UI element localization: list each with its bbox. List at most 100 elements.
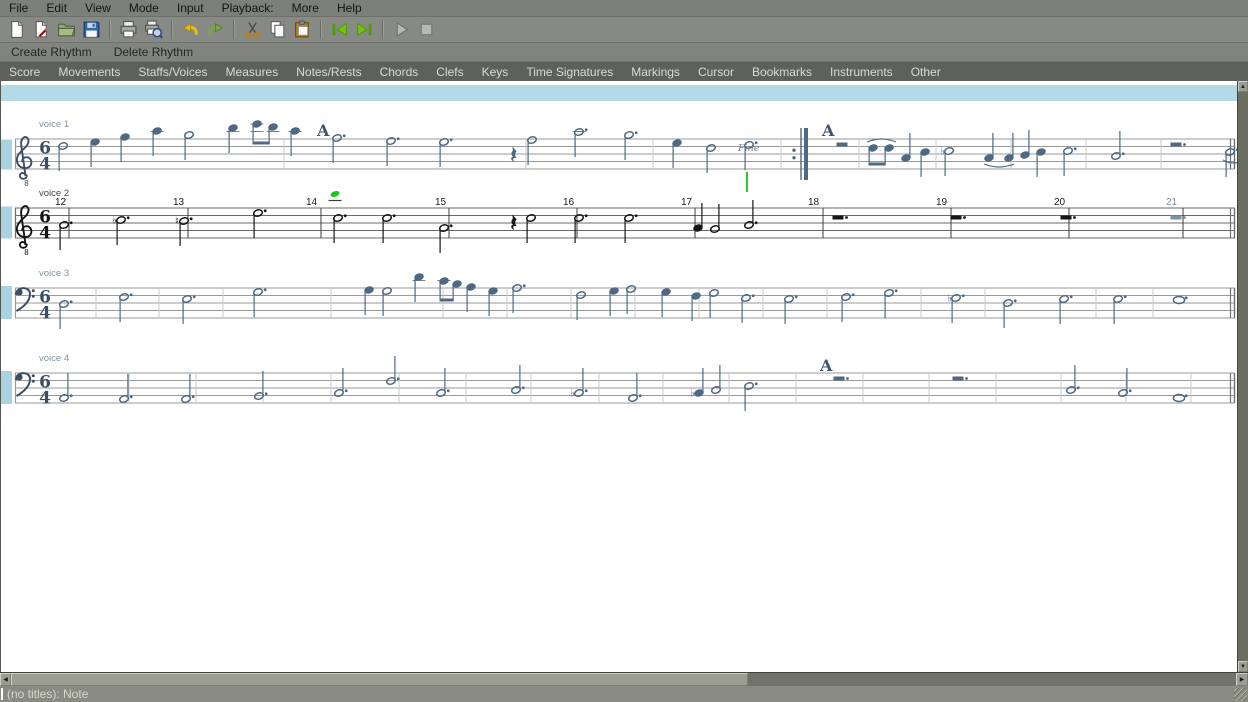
note[interactable] [691,292,701,321]
note[interactable] [182,295,196,324]
scroll-up-button[interactable]: ▲ [1238,81,1248,92]
create-rhythm-button[interactable]: Create Rhythm [0,45,103,59]
note[interactable] [382,287,392,316]
note[interactable] [624,214,638,243]
note[interactable] [413,273,426,302]
horizontal-scroll-track[interactable] [748,673,1236,686]
note[interactable] [527,136,537,165]
note[interactable] [333,214,347,243]
tab-notes-rests[interactable]: Notes/Rests [287,65,370,79]
note[interactable] [901,133,911,162]
tab-markings[interactable]: Markings [622,65,689,79]
note[interactable] [120,133,130,162]
staff-voice-4[interactable]: voice 464♭♭A [15,353,1235,411]
note[interactable] [1113,295,1127,324]
note[interactable] [574,214,588,243]
tab-measures[interactable]: Measures [217,65,288,79]
note[interactable] [436,368,450,397]
menu-file[interactable]: File [0,0,37,17]
scroll-right-button[interactable]: ▶ [1236,673,1248,686]
cut-button[interactable] [240,18,265,42]
note[interactable] [289,127,302,156]
tab-clefs[interactable]: Clefs [427,65,472,79]
note[interactable]: ♭ [112,215,130,246]
menu-help[interactable]: Help [328,0,371,17]
note[interactable] [693,203,703,232]
tab-bookmarks[interactable]: Bookmarks [743,65,821,79]
note[interactable] [59,221,73,250]
go-first-button[interactable] [327,18,352,42]
horizontal-scroll-thumb[interactable] [11,673,748,686]
scroll-down-button[interactable]: ▼ [1238,661,1248,672]
note[interactable] [1020,130,1030,159]
note[interactable] [151,127,164,156]
note[interactable] [511,365,525,394]
menu-input[interactable]: Input [168,0,213,17]
note[interactable] [744,200,758,229]
stop-button[interactable] [414,18,439,42]
rest[interactable] [1171,143,1186,147]
go-last-button[interactable] [352,18,377,42]
undo-button[interactable] [178,18,203,42]
tab-instruments[interactable]: Instruments [821,65,902,79]
tab-score[interactable]: Score [0,65,49,79]
note[interactable] [661,288,671,317]
menu-edit[interactable]: Edit [37,0,76,17]
note[interactable] [1173,296,1187,303]
selected-note[interactable] [329,190,342,200]
note[interactable]: ♭ [940,146,954,177]
staff-voice-1[interactable]: voice 1864♭AAFine [15,119,1238,188]
play-button[interactable] [389,18,414,42]
staff-voice-3[interactable]: voice 364♭ [15,268,1235,329]
note[interactable] [741,294,755,323]
note[interactable] [920,148,930,177]
note[interactable] [466,283,476,312]
note[interactable] [332,134,346,163]
note[interactable] [1004,133,1014,162]
staff-voice-2[interactable]: voice 286412131415161718192021♭♮ [15,188,1235,257]
menu-more[interactable]: More [283,0,328,17]
note[interactable] [184,131,194,160]
tab-movements[interactable]: Movements [49,65,129,79]
rest[interactable] [951,216,966,220]
note[interactable] [1066,365,1080,394]
scroll-left-button[interactable]: ◀ [0,673,11,686]
note[interactable] [227,124,240,153]
paste-button[interactable] [290,18,315,42]
rest[interactable] [1171,216,1186,220]
tab-time-signatures[interactable]: Time Signatures [517,65,622,79]
note[interactable] [624,131,638,160]
rest[interactable] [837,143,848,147]
note[interactable] [119,374,133,403]
rest[interactable] [833,216,848,220]
rest[interactable] [1061,216,1076,220]
note[interactable] [573,128,588,157]
note[interactable] [1118,368,1132,397]
new-document-button[interactable] [4,18,29,42]
note[interactable] [253,288,267,317]
rest[interactable] [511,215,517,231]
print-button[interactable] [116,18,141,42]
tab-other[interactable]: Other [902,65,950,79]
note[interactable] [984,133,994,162]
note[interactable] [382,214,396,243]
note[interactable] [1059,295,1073,324]
print-preview-button[interactable] [141,18,166,42]
new-from-template-button[interactable] [29,18,54,42]
note[interactable] [711,365,721,394]
rest[interactable] [953,377,968,381]
score-canvas[interactable]: voice 1864♭AAFinevoice 28641213141516171… [1,81,1238,672]
note[interactable] [59,300,73,329]
note[interactable] [784,295,798,324]
menu-view[interactable]: View [76,0,120,17]
vertical-scrollbar[interactable]: ▲ ▼ [1237,81,1248,672]
note[interactable] [488,287,498,316]
redo-button[interactable] [203,18,228,42]
note[interactable] [334,368,348,397]
note[interactable] [1036,148,1046,177]
resize-grip[interactable] [1234,688,1247,701]
copy-button[interactable] [265,18,290,42]
note[interactable] [1111,131,1125,160]
tab-chords[interactable]: Chords [371,65,428,79]
save-button[interactable] [79,18,104,42]
